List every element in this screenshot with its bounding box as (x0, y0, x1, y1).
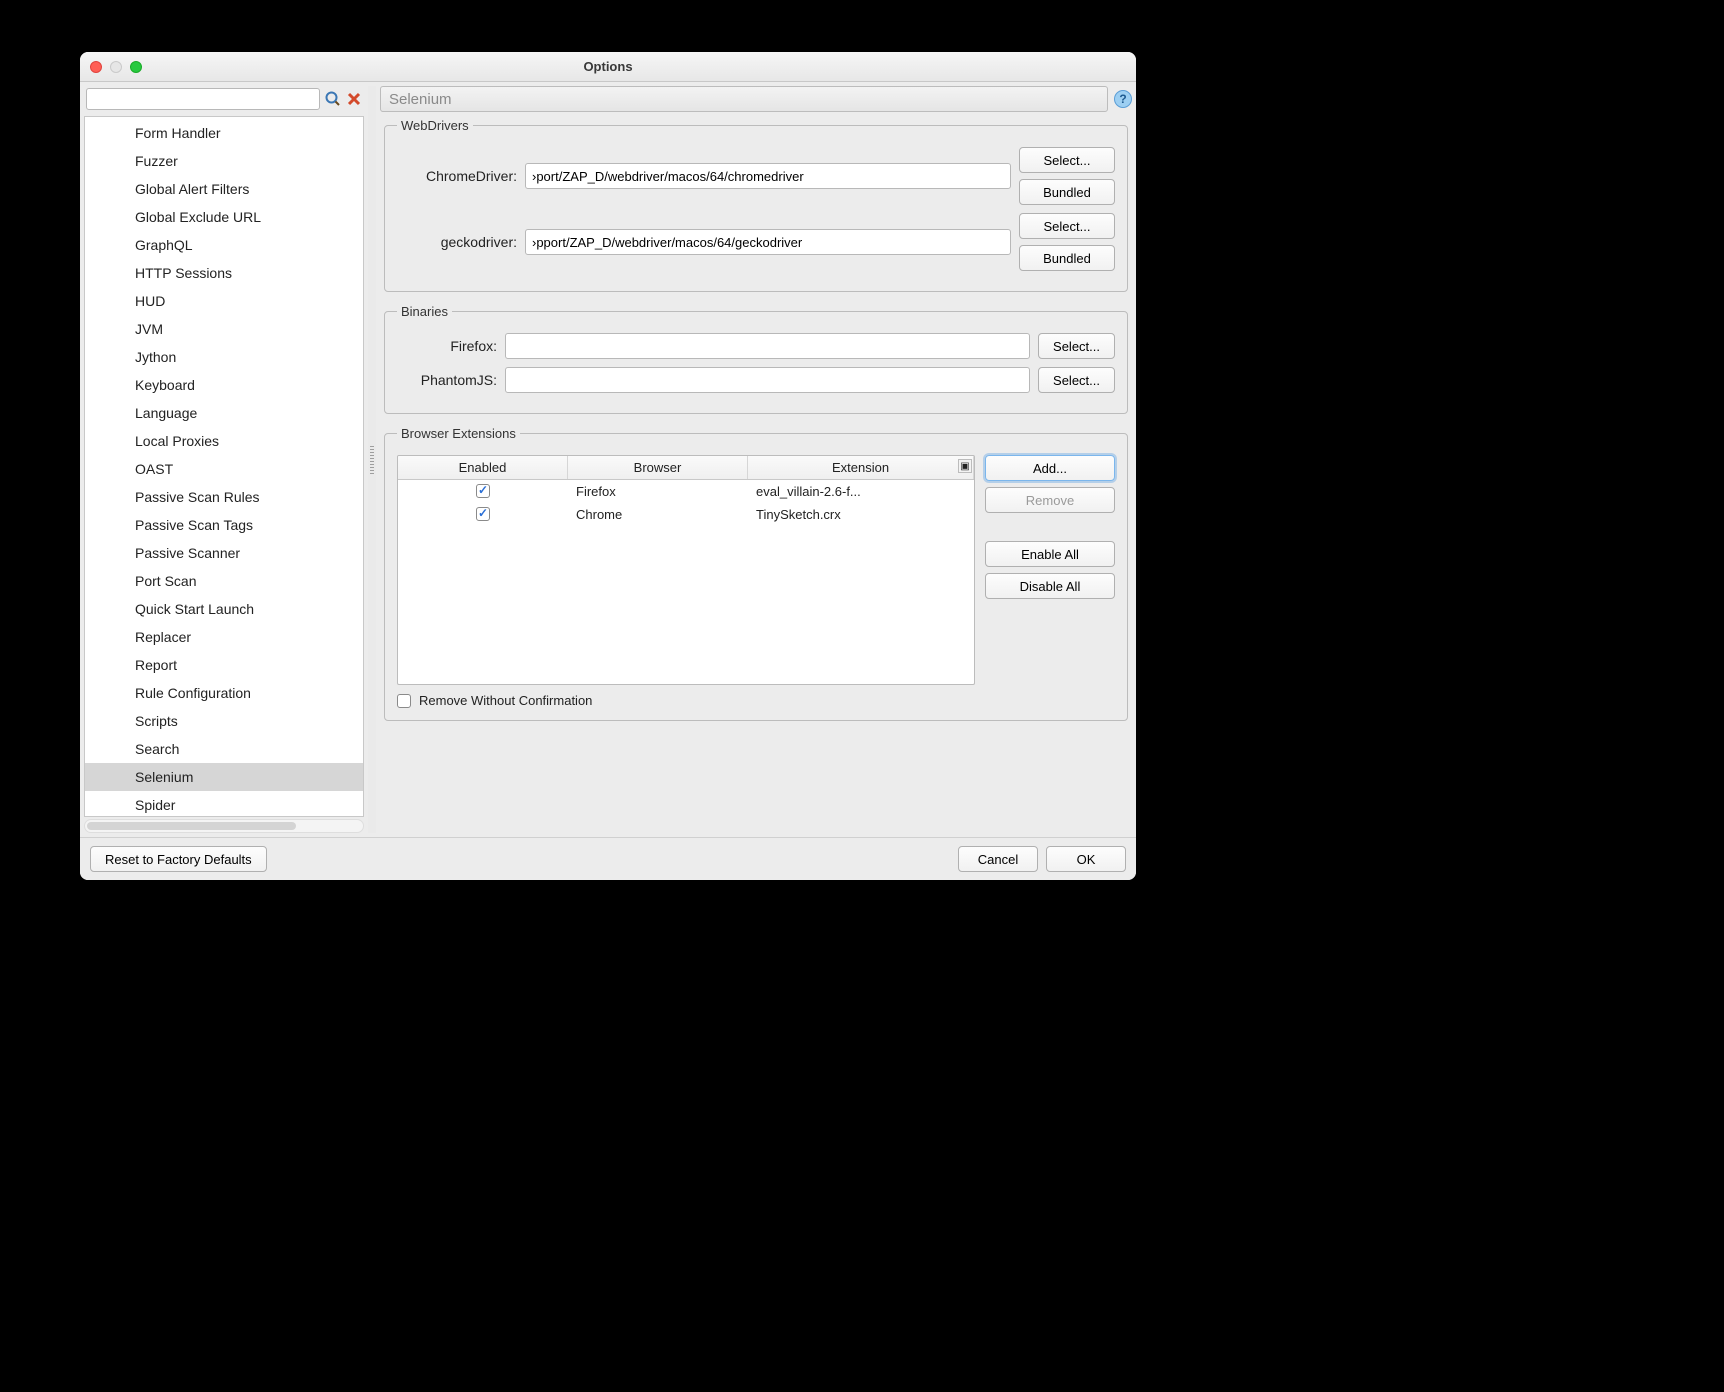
sidebar-item-quick-start-launch[interactable]: Quick Start Launch (85, 595, 363, 623)
firefox-select-button[interactable]: Select... (1038, 333, 1115, 359)
webdrivers-legend: WebDrivers (397, 118, 473, 133)
chromedriver-select-button[interactable]: Select... (1019, 147, 1115, 173)
geckodriver-label: geckodriver: (397, 234, 517, 250)
sidebar-item-fuzzer[interactable]: Fuzzer (85, 147, 363, 175)
phantomjs-label: PhantomJS: (397, 372, 497, 388)
sidebar-item-passive-scan-rules[interactable]: Passive Scan Rules (85, 483, 363, 511)
extensions-table[interactable]: Enabled Browser Extension ▣ Firefoxeval_… (397, 455, 975, 685)
options-window: Options Form HandlerFuzzerGlobal Alert F… (80, 52, 1136, 880)
sidebar-item-form-handler[interactable]: Form Handler (85, 119, 363, 147)
options-tree[interactable]: Form HandlerFuzzerGlobal Alert FiltersGl… (84, 116, 364, 817)
table-config-icon[interactable]: ▣ (958, 459, 972, 473)
sidebar-item-keyboard[interactable]: Keyboard (85, 371, 363, 399)
extension-name: TinySketch.crx (748, 505, 974, 524)
sidebar-item-local-proxies[interactable]: Local Proxies (85, 427, 363, 455)
footer: Reset to Factory Defaults Cancel OK (80, 837, 1136, 880)
enable-all-button[interactable]: Enable All (985, 541, 1115, 567)
col-browser[interactable]: Browser (568, 456, 748, 479)
remove-without-confirm-checkbox[interactable] (397, 694, 411, 708)
window-title: Options (80, 59, 1136, 74)
chromedriver-input[interactable] (525, 163, 1011, 189)
sidebar-item-search[interactable]: Search (85, 735, 363, 763)
phantomjs-select-button[interactable]: Select... (1038, 367, 1115, 393)
firefox-label: Firefox: (397, 338, 497, 354)
sidebar-item-passive-scanner[interactable]: Passive Scanner (85, 539, 363, 567)
main-panel: Selenium ? WebDrivers ChromeDriver: Sele… (380, 86, 1132, 833)
table-row[interactable]: Firefoxeval_villain-2.6-f... (398, 480, 974, 503)
geckodriver-select-button[interactable]: Select... (1019, 213, 1115, 239)
firefox-input[interactable] (505, 333, 1030, 359)
webdrivers-group: WebDrivers ChromeDriver: Select... Bundl… (384, 118, 1128, 292)
sidebar-item-port-scan[interactable]: Port Scan (85, 567, 363, 595)
cancel-button[interactable]: Cancel (958, 846, 1038, 872)
binaries-group: Binaries Firefox: Select... PhantomJS: S… (384, 304, 1128, 414)
search-icon[interactable] (324, 90, 342, 108)
sidebar-item-spider[interactable]: Spider (85, 791, 363, 817)
sidebar-scrollbar[interactable] (84, 819, 364, 833)
panel-title: Selenium (380, 86, 1108, 112)
binaries-legend: Binaries (397, 304, 452, 319)
titlebar: Options (80, 52, 1136, 82)
extension-enabled-checkbox[interactable] (476, 507, 490, 521)
ok-button[interactable]: OK (1046, 846, 1126, 872)
extensions-group: Browser Extensions Enabled Browser Exten… (384, 426, 1128, 721)
sidebar: Form HandlerFuzzerGlobal Alert FiltersGl… (84, 86, 364, 833)
sidebar-item-global-exclude-url[interactable]: Global Exclude URL (85, 203, 363, 231)
extension-enabled-checkbox[interactable] (476, 484, 490, 498)
help-icon[interactable]: ? (1114, 90, 1132, 108)
sidebar-item-language[interactable]: Language (85, 399, 363, 427)
sidebar-item-graphql[interactable]: GraphQL (85, 231, 363, 259)
reset-defaults-button[interactable]: Reset to Factory Defaults (90, 846, 267, 872)
extension-name: eval_villain-2.6-f... (748, 482, 974, 501)
sidebar-item-hud[interactable]: HUD (85, 287, 363, 315)
geckodriver-bundled-button[interactable]: Bundled (1019, 245, 1115, 271)
extension-browser: Chrome (568, 505, 748, 524)
sidebar-item-oast[interactable]: OAST (85, 455, 363, 483)
split-handle[interactable] (368, 86, 376, 833)
sidebar-item-replacer[interactable]: Replacer (85, 623, 363, 651)
col-enabled[interactable]: Enabled (398, 456, 568, 479)
chromedriver-bundled-button[interactable]: Bundled (1019, 179, 1115, 205)
extensions-legend: Browser Extensions (397, 426, 520, 441)
add-extension-button[interactable]: Add... (985, 455, 1115, 481)
search-input[interactable] (86, 88, 320, 110)
disable-all-button[interactable]: Disable All (985, 573, 1115, 599)
remove-without-confirm-label: Remove Without Confirmation (419, 693, 592, 708)
sidebar-item-selenium[interactable]: Selenium (85, 763, 363, 791)
sidebar-item-rule-configuration[interactable]: Rule Configuration (85, 679, 363, 707)
table-row[interactable]: ChromeTinySketch.crx (398, 503, 974, 526)
col-extension[interactable]: Extension (748, 456, 974, 479)
remove-extension-button[interactable]: Remove (985, 487, 1115, 513)
sidebar-item-http-sessions[interactable]: HTTP Sessions (85, 259, 363, 287)
chromedriver-label: ChromeDriver: (397, 168, 517, 184)
sidebar-item-jython[interactable]: Jython (85, 343, 363, 371)
phantomjs-input[interactable] (505, 367, 1030, 393)
geckodriver-input[interactable] (525, 229, 1011, 255)
sidebar-item-jvm[interactable]: JVM (85, 315, 363, 343)
sidebar-item-scripts[interactable]: Scripts (85, 707, 363, 735)
sidebar-item-report[interactable]: Report (85, 651, 363, 679)
sidebar-item-global-alert-filters[interactable]: Global Alert Filters (85, 175, 363, 203)
sidebar-item-passive-scan-tags[interactable]: Passive Scan Tags (85, 511, 363, 539)
clear-search-icon[interactable] (346, 91, 362, 107)
extension-browser: Firefox (568, 482, 748, 501)
